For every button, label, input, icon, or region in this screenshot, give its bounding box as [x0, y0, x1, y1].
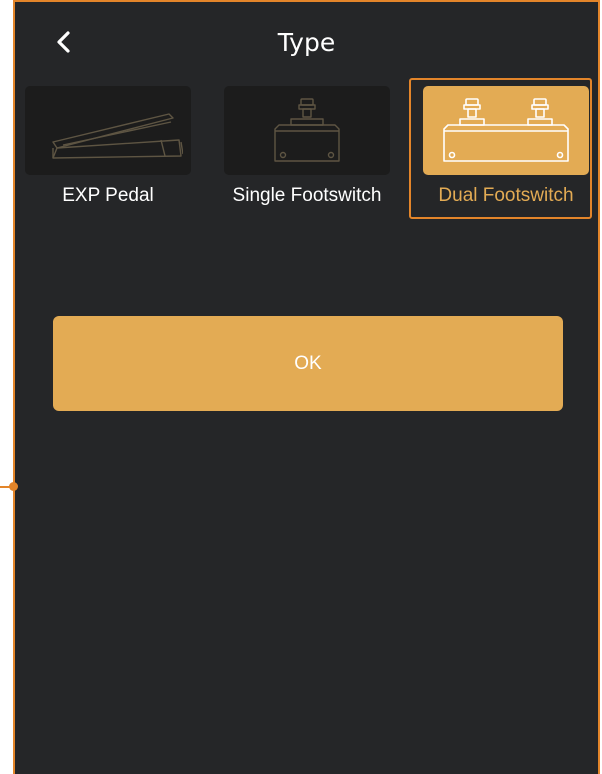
resize-handle[interactable] [9, 482, 18, 491]
type-option-exp-pedal[interactable]: EXP Pedal [25, 86, 191, 207]
type-thumb [423, 86, 589, 175]
type-label: EXP Pedal [62, 185, 154, 206]
dual-footswitch-icon [443, 97, 569, 162]
page-title: Type [277, 28, 336, 57]
type-option-single-footswitch[interactable]: Single Footswitch [224, 86, 390, 207]
type-label: Single Footswitch [232, 185, 382, 206]
ok-button[interactable]: OK [53, 316, 563, 411]
type-thumb [224, 86, 390, 175]
exp-pedal-icon [52, 112, 183, 159]
type-thumb [25, 86, 191, 175]
type-label: Dual Footswitch [438, 185, 574, 206]
type-option-dual-footswitch[interactable]: Dual Footswitch [423, 86, 589, 207]
single-footswitch-icon [274, 97, 340, 162]
